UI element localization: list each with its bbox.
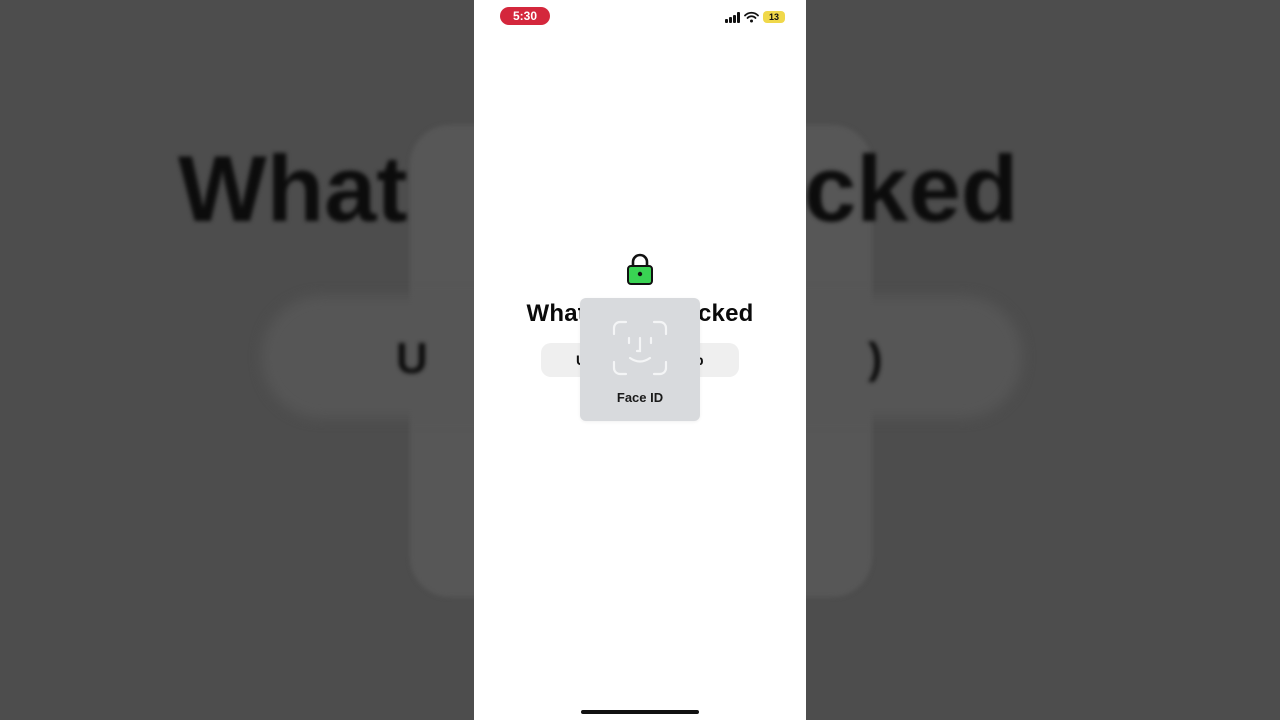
battery-icon: 13 [763,11,785,23]
screen-recording-frame: What cked U ) 5:30 13 What cked Face ID [0,0,1280,720]
battery-level: 13 [768,12,779,22]
face-id-dialog: Face ID [580,298,700,421]
backdrop-title-right: cked [804,136,1019,241]
backdrop-title-left: What [178,136,408,241]
phone-screen: 5:30 13 Whatcked U p [474,0,806,720]
face-id-label: Face ID [616,390,664,405]
home-indicator[interactable] [581,710,699,714]
wifi-icon [744,11,759,23]
page-title-left: What [526,300,586,327]
backdrop-pill-right: ) [868,334,883,383]
cellular-signal-icon [725,12,741,23]
lock-icon [627,253,653,285]
status-time[interactable]: 5:30 [500,7,550,25]
page-title-right: cked [697,300,754,327]
backdrop-pill-left: U [396,334,428,383]
face-id-icon [612,320,668,376]
